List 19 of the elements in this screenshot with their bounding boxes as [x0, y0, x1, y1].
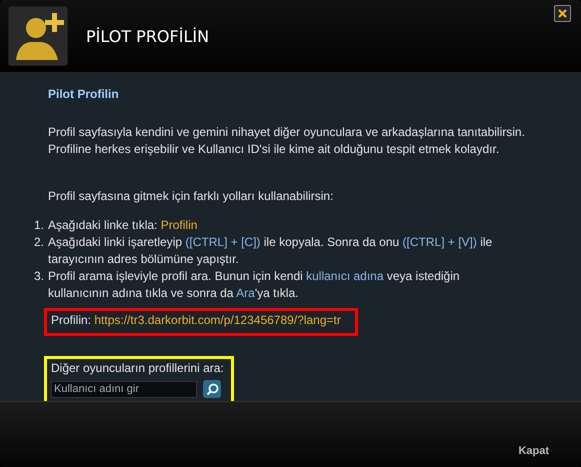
close-icon[interactable]: [554, 5, 571, 22]
profile-url-link[interactable]: https://tr3.darkorbit.com/p/123456789/?lang=tr: [94, 313, 341, 327]
search-button[interactable]: [203, 380, 221, 398]
step-number: 3.: [32, 268, 44, 285]
step-text: Profil arama işleviyle profil ara. Bunun için kendi kullanıcı adına veya istediğin kullanıcının adına tıkla ve sonra da Ara'ya tıkla.: [48, 268, 461, 302]
step-text: Aşağıdaki linke tıkla: Profilin: [48, 217, 198, 234]
step-number: 1.: [32, 217, 44, 234]
username-field[interactable]: Kullanıcı adını gir: [51, 380, 197, 398]
search-label: Diğer oyuncuların profillerini ara:: [51, 360, 225, 377]
section-title: Pilot Profilin: [48, 86, 120, 103]
step-number: 2.: [32, 234, 44, 251]
window-title: PİLOT PROFİLİN: [86, 26, 210, 46]
intro-text: Profil sayfasıyla kendini ve gemini nihayet diğer oyunculara ve arkadaşlarına tanıtabilirsin. Profiline herkes erişebilir ve Kullanıcı ID'si ile kime ait olduğunu tespit etmek kolaydır.: [48, 124, 526, 158]
profile-url-text: Profilin: https://tr3.darkorbit.com/p/123456789/?lang=tr: [51, 313, 341, 327]
step-text: Aşağıdaki linki işaretleyip ([CTRL] + [C]) ile kopyala. Sonra da onu ([CTRL] + [V]) ile tarayıcının adres bölümüne yapıştır.: [48, 234, 494, 268]
user-add-icon: [8, 6, 68, 66]
close-button[interactable]: Kapat: [518, 445, 549, 457]
profile-link[interactable]: Profilin: [160, 218, 198, 232]
ways-heading: Profil sayfasına gitmek için farklı yolları kullanabilirsin:: [48, 188, 334, 205]
